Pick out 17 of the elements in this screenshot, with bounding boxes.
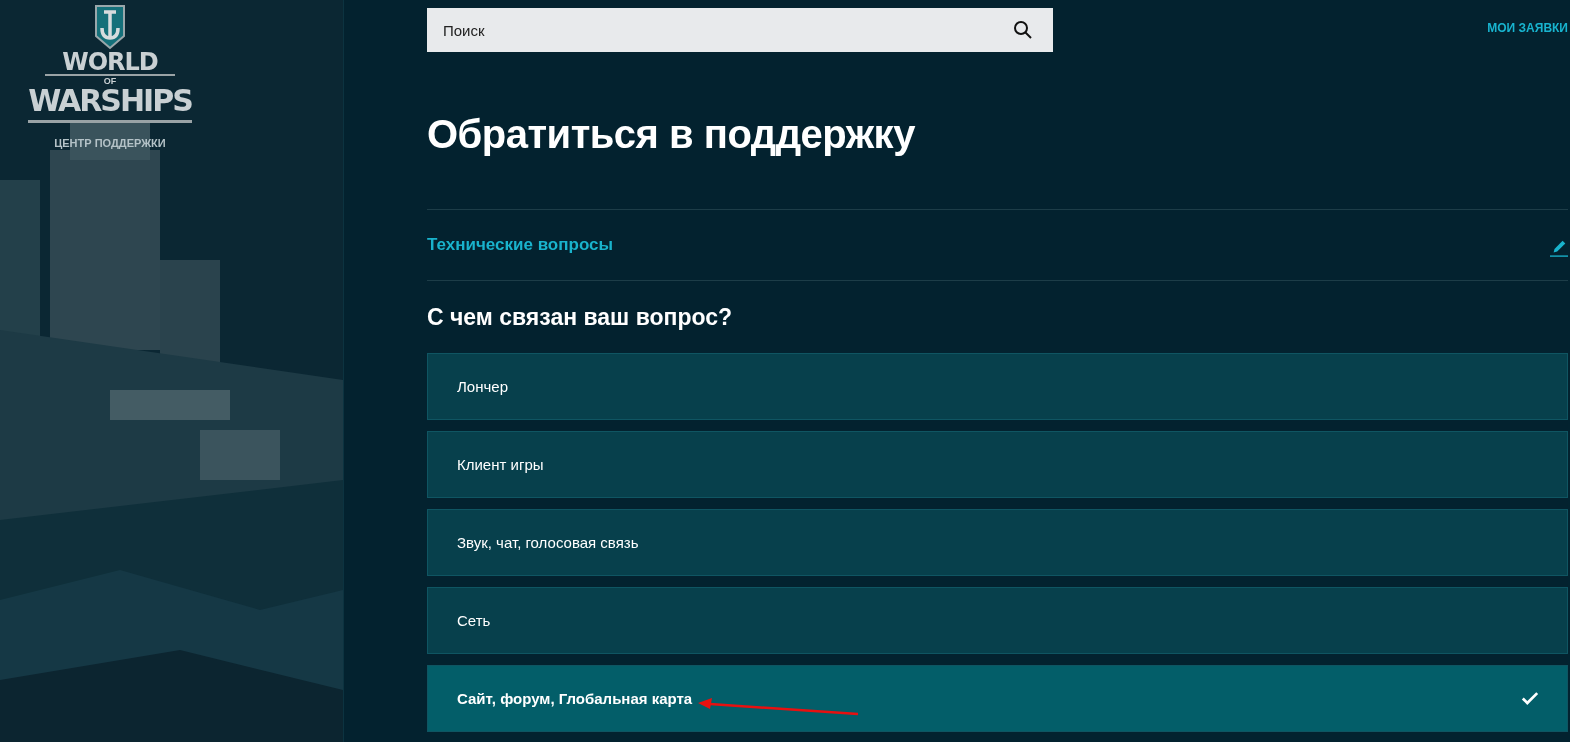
option-item[interactable]: Звук, чат, голосовая связь (427, 509, 1568, 576)
my-requests-link[interactable]: МОИ ЗАЯВКИ (1487, 21, 1568, 35)
option-item[interactable]: Клиент игры (427, 431, 1568, 498)
category-label: Технические вопросы (427, 235, 614, 255)
page-title: Обратиться в поддержку (427, 114, 916, 158)
logo-text: WARSHIPS (28, 86, 192, 123)
option-item[interactable]: Лончер (427, 353, 1568, 420)
search-field[interactable]: Поиск (427, 8, 1053, 52)
check-icon (1521, 691, 1539, 706)
option-item[interactable]: Сеть (427, 587, 1568, 654)
search-icon[interactable] (1013, 20, 1033, 40)
pencil-icon[interactable] (1550, 239, 1568, 257)
option-item[interactable]: Сайт, форум, Глобальная карта (427, 665, 1568, 732)
question-heading: С чем связан ваш вопрос? (427, 302, 734, 332)
logo-text: OF (45, 74, 175, 86)
logo-text: WORLD (62, 50, 158, 74)
logo-subtitle: ЦЕНТР ПОДДЕРЖКИ (54, 137, 166, 149)
